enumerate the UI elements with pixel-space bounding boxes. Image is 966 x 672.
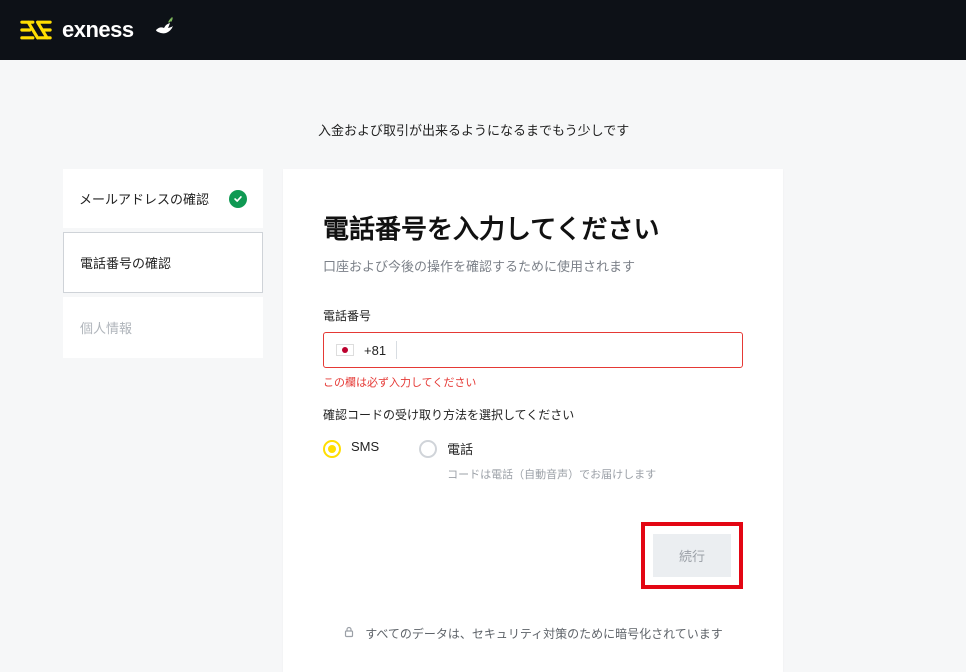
radio-option-phone[interactable]: 電話 コードは電話（自動音声）でお届けします: [419, 439, 656, 482]
radio-button-icon: [323, 440, 341, 458]
annotation-highlight: 続行: [641, 522, 743, 589]
radio-label: 電話: [447, 439, 656, 458]
header-bar: exness: [0, 0, 966, 60]
layout-row: メールアドレスの確認 電話番号の確認 個人情報 電話番号を入力してください 口座…: [63, 169, 903, 672]
main-content: 入金および取引が出来るようになるまでもう少しです メールアドレスの確認 電話番号…: [0, 60, 966, 672]
brand-logo-text: exness: [62, 17, 134, 43]
sidebar-item-label: 個人情報: [80, 318, 132, 337]
field-error-message: この欄は必ず入力してください: [323, 374, 743, 390]
brand-logo-mark: [20, 19, 52, 41]
sidebar-item-label: 電話番号の確認: [80, 253, 171, 272]
sidebar-item-personal-info: 個人情報: [63, 297, 263, 358]
sidebar-item-phone-verification[interactable]: 電話番号の確認: [63, 232, 263, 293]
radio-button-icon: [419, 440, 437, 458]
dove-icon: [152, 16, 176, 45]
sidebar-item-label: メールアドレスの確認: [79, 189, 209, 208]
page-subtitle: 入金および取引が出来るようになるまでもう少しです: [318, 120, 903, 139]
input-divider: [396, 341, 397, 359]
verification-method-label: 確認コードの受け取り方法を選択してください: [323, 406, 743, 423]
phone-field-label: 電話番号: [323, 307, 743, 324]
form-panel: 電話番号を入力してください 口座および今後の操作を確認するために使用されます 電…: [283, 169, 783, 672]
dial-code: +81: [364, 343, 386, 358]
radio-hint: コードは電話（自動音声）でお届けします: [447, 466, 656, 482]
form-title: 電話番号を入力してください: [323, 209, 743, 246]
radio-text-group: 電話 コードは電話（自動音声）でお届けします: [447, 439, 656, 482]
continue-button[interactable]: 続行: [653, 534, 731, 577]
content-wrapper: 入金および取引が出来るようになるまでもう少しです メールアドレスの確認 電話番号…: [63, 120, 903, 672]
radio-label: SMS: [351, 439, 379, 454]
radio-group: SMS 電話 コードは電話（自動音声）でお届けします: [323, 439, 743, 482]
sidebar-item-email-verification[interactable]: メールアドレスの確認: [63, 169, 263, 228]
radio-text-group: SMS: [351, 439, 379, 454]
flag-japan-icon[interactable]: [336, 344, 354, 356]
button-row: 続行: [323, 522, 743, 589]
form-description: 口座および今後の操作を確認するために使用されます: [323, 256, 743, 275]
phone-number-input[interactable]: [407, 343, 730, 358]
radio-option-sms[interactable]: SMS: [323, 439, 379, 458]
steps-sidebar: メールアドレスの確認 電話番号の確認 個人情報: [63, 169, 263, 672]
radio-dot: [328, 445, 336, 453]
brand-logo-group[interactable]: exness: [20, 16, 176, 45]
check-icon: [229, 190, 247, 208]
phone-input-group[interactable]: +81: [323, 332, 743, 368]
